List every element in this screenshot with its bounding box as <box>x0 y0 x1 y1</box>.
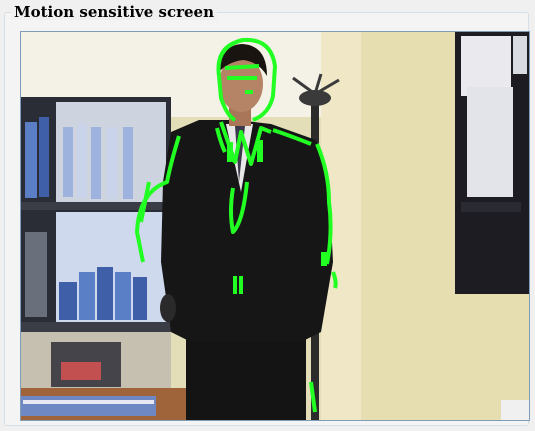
camera-frame-image <box>21 32 529 420</box>
bookshelf <box>21 97 171 420</box>
camera-feed-view <box>20 31 530 421</box>
groupbox-title: Motion sensitive screen <box>11 5 217 20</box>
bulletin-board <box>455 32 529 294</box>
